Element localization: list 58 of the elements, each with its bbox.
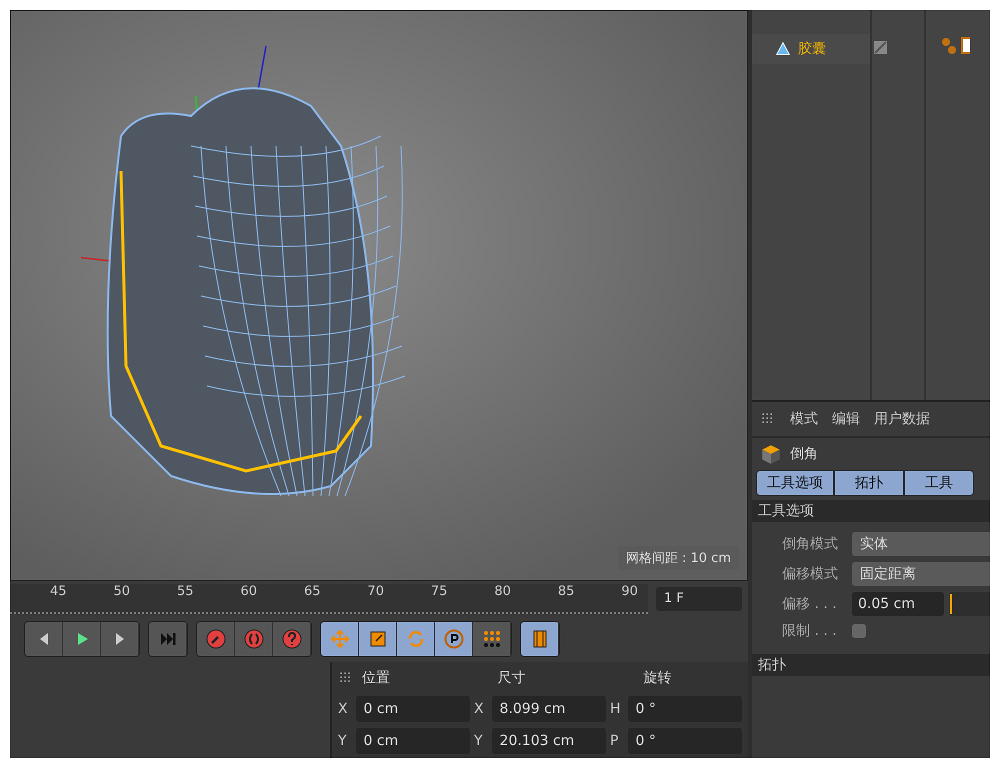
- triangle-icon: [774, 40, 792, 58]
- axis-label: X: [338, 701, 349, 717]
- coordinate-field[interactable]: 0 cm: [356, 728, 470, 754]
- frame-tick-label: 50: [113, 584, 130, 601]
- coordinate-field[interactable]: 0 cm: [356, 696, 470, 722]
- coordinate-field[interactable]: 20.103 cm: [492, 728, 606, 754]
- coordinate-field[interactable]: 0 °: [628, 696, 742, 722]
- attribute-menu-item[interactable]: 模式: [790, 410, 818, 428]
- p-circle-icon: [444, 629, 464, 650]
- dot-grid-icon: [482, 629, 502, 650]
- axis-label: X: [474, 701, 485, 717]
- cube-icon: [760, 443, 782, 465]
- frame-tick-label: 55: [176, 584, 194, 601]
- coordinate-column-header: 尺寸: [498, 669, 527, 687]
- tool-title: 倒角: [790, 445, 818, 463]
- checkbox[interactable]: [852, 624, 866, 638]
- frame-field[interactable]: 1 F: [656, 586, 742, 611]
- grid-spacing-label: 网格间距 : 10 cm: [618, 546, 739, 570]
- attribute-tab[interactable]: 工具: [904, 470, 974, 496]
- attribute-tab[interactable]: 拓扑: [834, 470, 904, 496]
- frame-tick-label: 80: [494, 584, 511, 601]
- dropdown-field[interactable]: 实体: [852, 532, 990, 556]
- axis-label: Y: [338, 733, 348, 749]
- frame-tick-label: 60: [240, 584, 257, 601]
- move-arrows-icon: [330, 629, 350, 650]
- axis-label: H: [610, 701, 622, 717]
- rotate-icon: [406, 629, 426, 650]
- coordinate-field[interactable]: 8.099 cm: [492, 696, 606, 722]
- coordinate-field[interactable]: 0 °: [628, 728, 742, 754]
- slider-track[interactable]: [950, 592, 990, 616]
- field-label: 限制 . . .: [782, 622, 838, 640]
- dropdown-field[interactable]: 固定距离: [852, 562, 990, 586]
- object-name[interactable]: 胶囊: [798, 40, 826, 58]
- field-label: 偏移 . . .: [782, 595, 838, 613]
- coordinate-column-header: 旋转: [644, 669, 673, 687]
- attribute-menu-item[interactable]: 用户数据: [874, 410, 930, 428]
- attribute-tab[interactable]: 工具选项: [756, 470, 834, 496]
- frame-tick-label: 75: [430, 584, 448, 601]
- attribute-menu-item[interactable]: 编辑: [832, 410, 860, 428]
- scale-icon: [368, 629, 388, 650]
- brackets-icon: [244, 629, 264, 650]
- 3d-viewport[interactable]: 网格间距 : 10 cm: [10, 10, 748, 582]
- axis-label: Y: [474, 733, 484, 749]
- section-header: 工具选项: [752, 500, 990, 522]
- timeline-ruler[interactable]: 45 50 55 60 65 70 75 80 85 90: [10, 584, 648, 614]
- frame-tick-label: 70: [367, 584, 384, 601]
- frame-tick-label: 90: [621, 584, 638, 601]
- coordinate-column-header: 位置: [362, 669, 391, 687]
- question-icon: [282, 629, 302, 650]
- field-label: 倒角模式: [782, 535, 839, 553]
- axis-label: P: [610, 733, 620, 749]
- frame-tick-label: 45: [50, 584, 67, 601]
- field-label: 偏移模式: [782, 565, 839, 583]
- section-header: 拓扑: [752, 654, 990, 676]
- number-field[interactable]: 0.05 cm: [852, 592, 944, 616]
- points-mode-button[interactable]: [473, 622, 511, 656]
- frame-tick-label: 65: [304, 584, 320, 601]
- frame-tick-label: 85: [558, 584, 574, 601]
